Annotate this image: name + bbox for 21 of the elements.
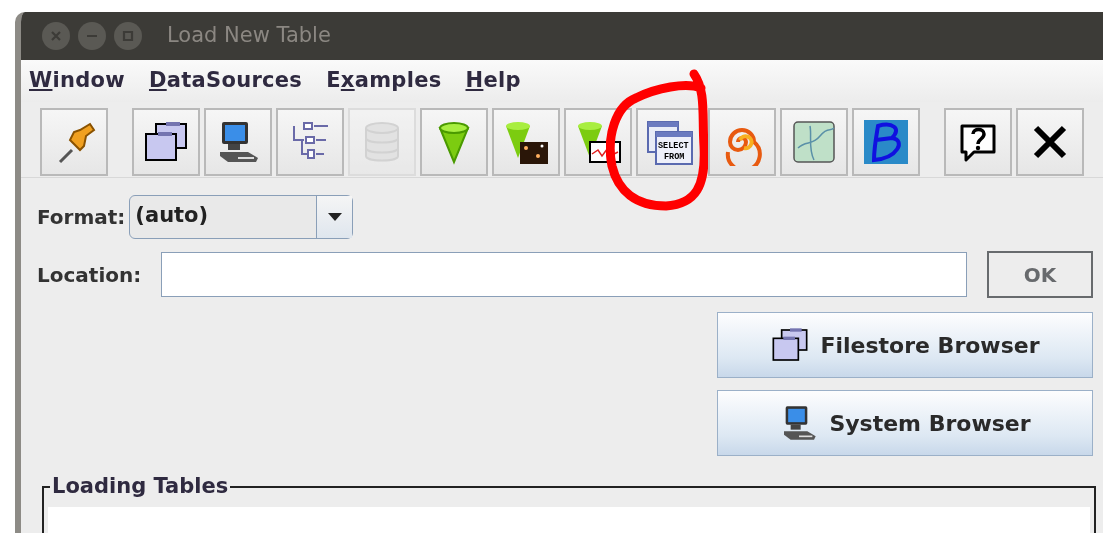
b-logo-icon xyxy=(862,118,910,166)
format-dropdown[interactable]: (auto) xyxy=(129,195,354,239)
dropdown-arrow-icon xyxy=(326,212,343,222)
toolbar-button[interactable] xyxy=(204,108,272,176)
menu-item[interactable]: Examples xyxy=(326,65,442,97)
menu-item[interactable]: Window xyxy=(29,65,125,97)
window-title: Load New Table xyxy=(167,22,331,50)
toolbar-button[interactable] xyxy=(132,108,200,176)
map-icon xyxy=(790,118,838,166)
browser-button[interactable]: System Browser xyxy=(717,390,1093,456)
panel-title: Loading Tables xyxy=(51,476,230,497)
browser-button[interactable]: Filestore Browser xyxy=(717,312,1093,378)
location-label: Location: xyxy=(37,261,142,289)
toolbar-button[interactable] xyxy=(852,108,920,176)
location-field[interactable] xyxy=(161,252,967,297)
menu-item[interactable]: DataSources xyxy=(149,65,303,97)
format-label: Format: xyxy=(37,204,126,231)
toolbar-button[interactable] xyxy=(944,108,1012,176)
menu-item[interactable]: Help xyxy=(465,65,521,97)
toolbar-button[interactable] xyxy=(1016,108,1084,176)
toolbar-button[interactable] xyxy=(492,108,560,176)
